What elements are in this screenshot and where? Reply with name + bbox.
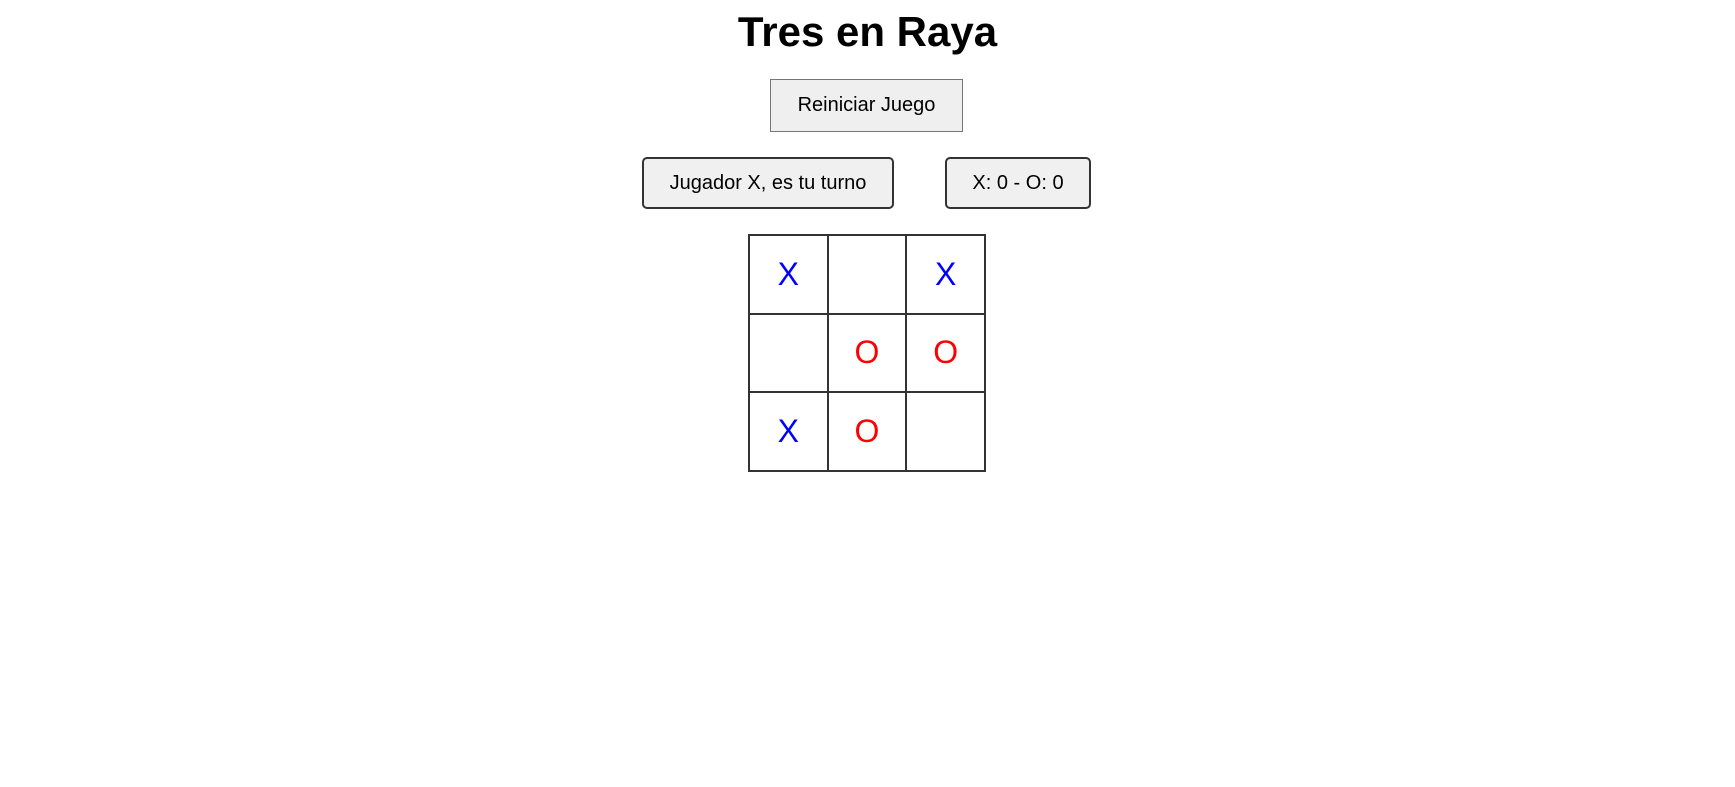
board-cell[interactable]: X xyxy=(749,392,828,471)
board-cell[interactable]: O xyxy=(906,313,985,393)
score-display: X: 0 - O: 0 xyxy=(945,157,1091,209)
game-page: Tres en Raya Reiniciar Juego Jugador X, … xyxy=(0,0,1735,787)
game-board: X X O O X O xyxy=(748,234,986,472)
restart-button[interactable]: Reiniciar Juego xyxy=(770,79,963,132)
board-cell[interactable] xyxy=(827,235,907,314)
board-cell[interactable] xyxy=(749,313,828,393)
board-cell[interactable]: O xyxy=(827,313,907,393)
board-cell[interactable]: X xyxy=(749,235,828,314)
page-title: Tres en Raya xyxy=(737,8,998,55)
turn-status: Jugador X, es tu turno xyxy=(642,157,894,209)
board-cell[interactable]: X xyxy=(906,235,985,314)
board-cell[interactable]: O xyxy=(827,392,907,471)
board-cell[interactable] xyxy=(906,392,985,471)
